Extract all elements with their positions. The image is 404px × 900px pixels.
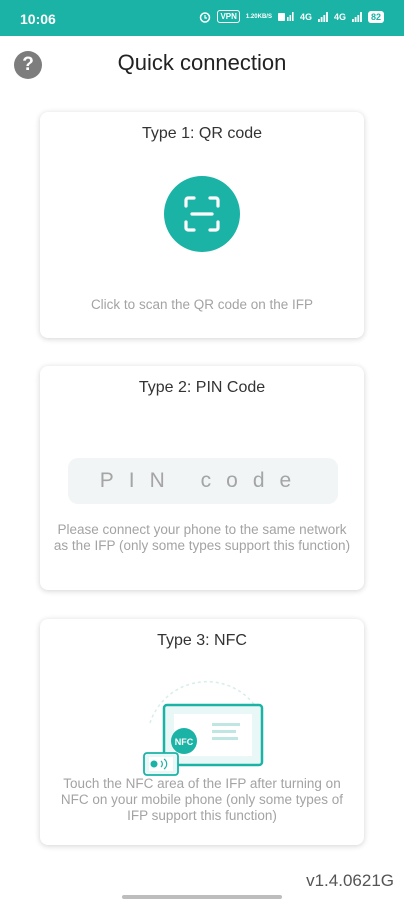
status-bar: 10:06 VPN 1.20 KB/S 4G 4G 82 — [0, 0, 404, 36]
pin-code-input[interactable] — [68, 458, 338, 504]
network-speed: 1.20 KB/S — [246, 14, 272, 20]
version-label: v1.4.0621G — [306, 871, 394, 890]
battery-icon: 82 — [367, 10, 384, 23]
pin-code-card: Type 2: PIN Code Please connect your pho… — [40, 366, 364, 590]
status-time: 10:06 — [20, 11, 56, 27]
network-4g-label-2: 4G — [333, 11, 346, 22]
qr-card-description: Click to scan the QR code on the IFP — [90, 297, 314, 312]
network-speed-unit: KB/S — [257, 13, 272, 20]
page-title: Quick connection — [117, 50, 287, 75]
nfc-card-description: Touch the NFC area of the IFP after turn… — [60, 776, 344, 823]
nfc-card: Type 3: NFC NFC Touch the NFC area of th… — [40, 619, 364, 845]
qr-scan-icon — [184, 196, 220, 232]
nfc-card-title: Type 3: NFC — [157, 632, 247, 649]
nfc-label: NFC — [175, 737, 194, 747]
scan-qr-button[interactable] — [164, 176, 240, 252]
qr-code-card[interactable]: Type 1: QR code Click to scan the QR cod… — [40, 112, 364, 338]
hd-signal-icon — [277, 11, 294, 22]
vpn-icon: VPN — [217, 10, 240, 23]
network-4g-label: 4G — [299, 11, 312, 22]
network-speed-value: 1.20 — [245, 13, 258, 20]
signal-icon-2 — [351, 11, 362, 22]
nfc-illustration: NFC — [143, 680, 264, 776]
pin-card-title: Type 2: PIN Code — [138, 379, 266, 396]
status-icons: VPN 1.20 KB/S 4G 4G 82 — [199, 10, 384, 23]
home-indicator[interactable] — [122, 895, 282, 899]
pin-card-description: Please connect your phone to the same ne… — [53, 522, 351, 553]
signal-icon — [317, 11, 328, 22]
alarm-icon — [199, 11, 211, 23]
qr-card-title: Type 1: QR code — [141, 125, 263, 142]
